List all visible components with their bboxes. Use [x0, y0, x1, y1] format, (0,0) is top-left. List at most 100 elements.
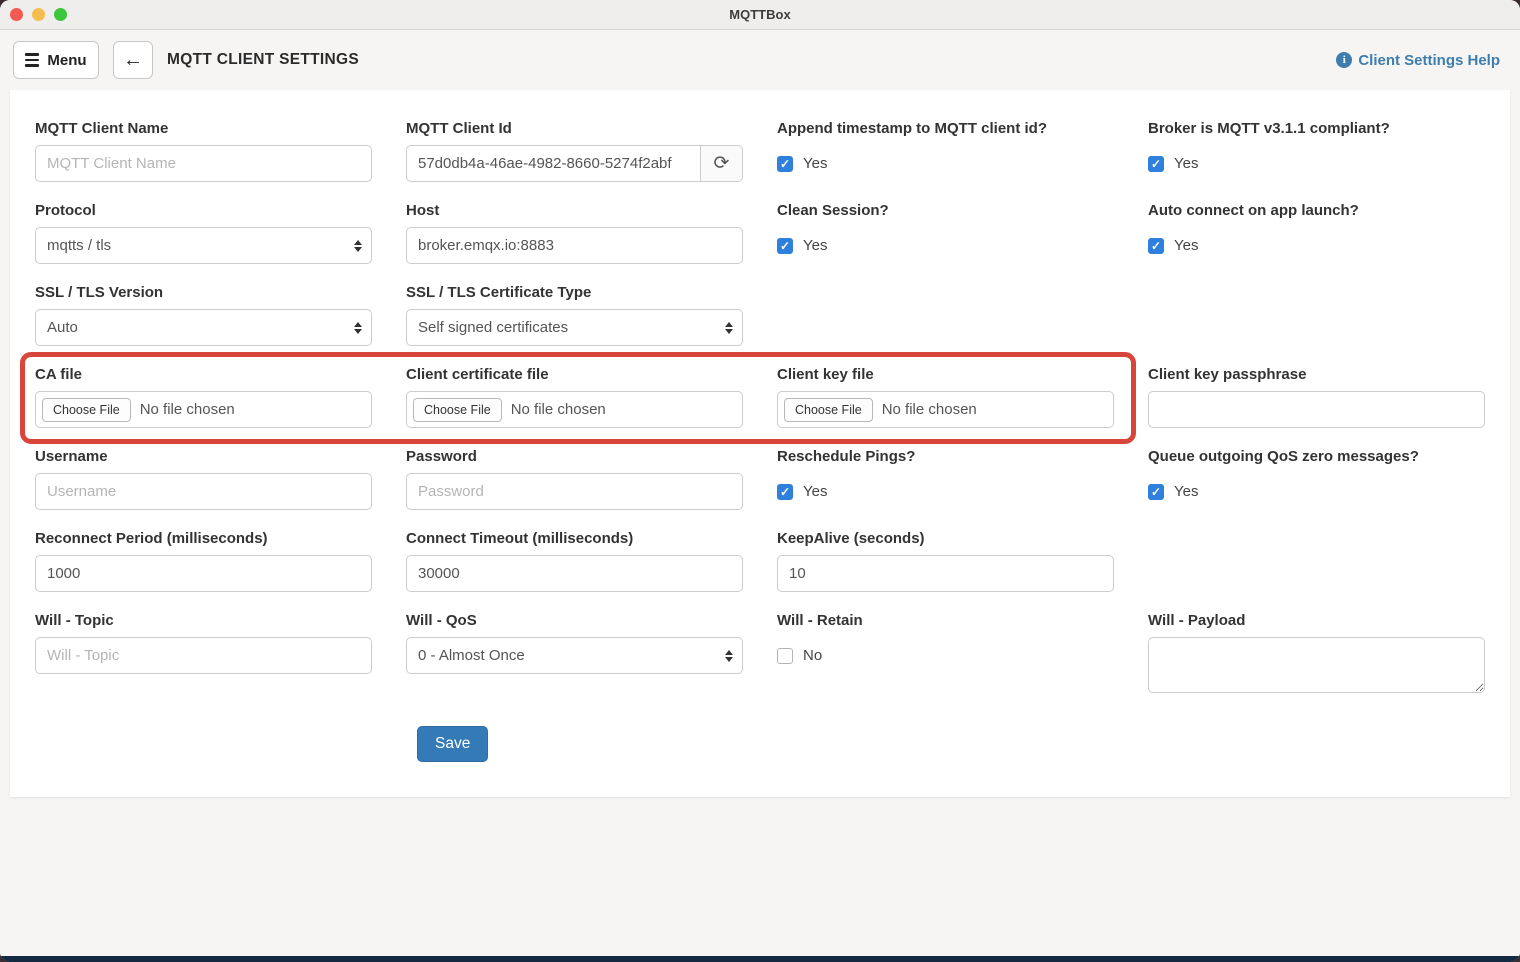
password-input[interactable] — [406, 473, 743, 510]
reschedule-pings-checkbox[interactable] — [777, 484, 793, 500]
broker-compliant-checkbox[interactable] — [1148, 156, 1164, 172]
field-will-retain: Will - Retain No — [777, 612, 1114, 698]
ca-file-input[interactable]: Choose File No file chosen — [35, 391, 372, 428]
will-retain-option: No — [803, 647, 822, 664]
reconnect-period-label: Reconnect Period (milliseconds) — [35, 530, 372, 547]
queue-qos-zero-option: Yes — [1174, 483, 1198, 500]
client-key-file-choose-button[interactable]: Choose File — [784, 398, 873, 422]
field-reschedule-pings: Reschedule Pings? Yes — [777, 448, 1114, 510]
clean-session-checkbox[interactable] — [777, 238, 793, 254]
username-input[interactable] — [35, 473, 372, 510]
auto-connect-option: Yes — [1174, 237, 1198, 254]
clean-session-label: Clean Session? — [777, 202, 1114, 219]
host-input[interactable] — [406, 227, 743, 264]
client-key-file-label: Client key file — [777, 366, 1114, 383]
client-cert-file-label: Client certificate file — [406, 366, 743, 383]
reconnect-period-input[interactable] — [35, 555, 372, 592]
append-timestamp-label: Append timestamp to MQTT client id? — [777, 120, 1114, 137]
broker-compliant-option: Yes — [1174, 155, 1198, 172]
field-queue-qos-zero: Queue outgoing QoS zero messages? Yes — [1148, 448, 1485, 510]
field-ssl-version: SSL / TLS Version Auto — [35, 284, 372, 346]
will-payload-label: Will - Payload — [1148, 612, 1485, 629]
append-timestamp-checkbox[interactable] — [777, 156, 793, 172]
settings-card: MQTT Client Name MQTT Client Id ⟳ Append… — [10, 90, 1510, 797]
client-key-file-status: No file chosen — [882, 401, 977, 418]
username-label: Username — [35, 448, 372, 465]
mqtt-client-id-label: MQTT Client Id — [406, 120, 743, 137]
field-client-key-passphrase: Client key passphrase — [1148, 366, 1485, 428]
ssl-version-select[interactable]: Auto — [35, 309, 372, 346]
field-clean-session: Clean Session? Yes — [777, 202, 1114, 264]
append-timestamp-option: Yes — [803, 155, 827, 172]
cert-type-select[interactable]: Self signed certificates — [406, 309, 743, 346]
footer-strip — [0, 956, 1520, 962]
field-will-topic: Will - Topic — [35, 612, 372, 698]
hamburger-icon — [25, 53, 39, 67]
titlebar: MQTTBox — [0, 0, 1520, 30]
cert-type-label: SSL / TLS Certificate Type — [406, 284, 743, 301]
client-settings-help-link[interactable]: i Client Settings Help — [1336, 52, 1500, 69]
field-append-timestamp: Append timestamp to MQTT client id? Yes — [777, 120, 1114, 182]
client-key-file-input[interactable]: Choose File No file chosen — [777, 391, 1114, 428]
connect-timeout-label: Connect Timeout (milliseconds) — [406, 530, 743, 547]
mqtt-client-id-input[interactable] — [406, 145, 701, 182]
field-mqtt-client-name: MQTT Client Name — [35, 120, 372, 182]
reschedule-pings-label: Reschedule Pings? — [777, 448, 1114, 465]
ssl-version-label: SSL / TLS Version — [35, 284, 372, 301]
info-icon: i — [1336, 52, 1352, 68]
will-qos-label: Will - QoS — [406, 612, 743, 629]
clean-session-option: Yes — [803, 237, 827, 254]
field-host: Host — [406, 202, 743, 264]
will-topic-input[interactable] — [35, 637, 372, 674]
window-title: MQTTBox — [0, 7, 1520, 22]
will-retain-checkbox[interactable] — [777, 648, 793, 664]
mqtt-client-name-input[interactable] — [35, 145, 372, 182]
field-ca-file: CA file Choose File No file chosen — [35, 366, 372, 428]
help-link-label: Client Settings Help — [1358, 52, 1500, 69]
auto-connect-label: Auto connect on app launch? — [1148, 202, 1485, 219]
will-retain-label: Will - Retain — [777, 612, 1114, 629]
password-label: Password — [406, 448, 743, 465]
save-button[interactable]: Save — [417, 726, 488, 762]
settings-form: MQTT Client Name MQTT Client Id ⟳ Append… — [35, 120, 1485, 698]
ca-file-label: CA file — [35, 366, 372, 383]
connect-timeout-input[interactable] — [406, 555, 743, 592]
field-username: Username — [35, 448, 372, 510]
keepalive-input[interactable] — [777, 555, 1114, 592]
client-cert-file-choose-button[interactable]: Choose File — [413, 398, 502, 422]
field-broker-compliant: Broker is MQTT v3.1.1 compliant? Yes — [1148, 120, 1485, 182]
will-qos-select[interactable]: 0 - Almost Once — [406, 637, 743, 674]
reschedule-pings-option: Yes — [803, 483, 827, 500]
regenerate-client-id-button[interactable]: ⟳ — [701, 145, 743, 182]
ca-file-choose-button[interactable]: Choose File — [42, 398, 131, 422]
protocol-select[interactable]: mqtts / tls — [35, 227, 372, 264]
will-payload-textarea[interactable] — [1148, 637, 1485, 693]
will-topic-label: Will - Topic — [35, 612, 372, 629]
field-client-key-file: Client key file Choose File No file chos… — [777, 366, 1114, 428]
host-label: Host — [406, 202, 743, 219]
broker-compliant-label: Broker is MQTT v3.1.1 compliant? — [1148, 120, 1485, 137]
refresh-icon: ⟳ — [714, 152, 730, 175]
back-button[interactable]: ← — [113, 41, 153, 79]
auto-connect-checkbox[interactable] — [1148, 238, 1164, 254]
client-cert-file-input[interactable]: Choose File No file chosen — [406, 391, 743, 428]
mqtt-client-name-label: MQTT Client Name — [35, 120, 372, 137]
field-client-cert-file: Client certificate file Choose File No f… — [406, 366, 743, 428]
field-keepalive: KeepAlive (seconds) — [777, 530, 1114, 592]
back-arrow-icon: ← — [123, 49, 143, 72]
field-reconnect-period: Reconnect Period (milliseconds) — [35, 530, 372, 592]
app-window: MQTTBox Menu ← MQTT CLIENT SETTINGS i Cl… — [0, 0, 1520, 962]
menu-button[interactable]: Menu — [13, 41, 99, 79]
client-key-passphrase-input[interactable] — [1148, 391, 1485, 428]
field-password: Password — [406, 448, 743, 510]
client-cert-file-status: No file chosen — [511, 401, 606, 418]
field-will-payload: Will - Payload — [1148, 612, 1485, 698]
header: Menu ← MQTT CLIENT SETTINGS i Client Set… — [0, 30, 1520, 90]
field-auto-connect: Auto connect on app launch? Yes — [1148, 202, 1485, 264]
field-protocol: Protocol mqtts / tls — [35, 202, 372, 264]
content-area: MQTT Client Name MQTT Client Id ⟳ Append… — [0, 90, 1520, 956]
field-connect-timeout: Connect Timeout (milliseconds) — [406, 530, 743, 592]
page-title: MQTT CLIENT SETTINGS — [167, 51, 359, 69]
queue-qos-zero-checkbox[interactable] — [1148, 484, 1164, 500]
keepalive-label: KeepAlive (seconds) — [777, 530, 1114, 547]
